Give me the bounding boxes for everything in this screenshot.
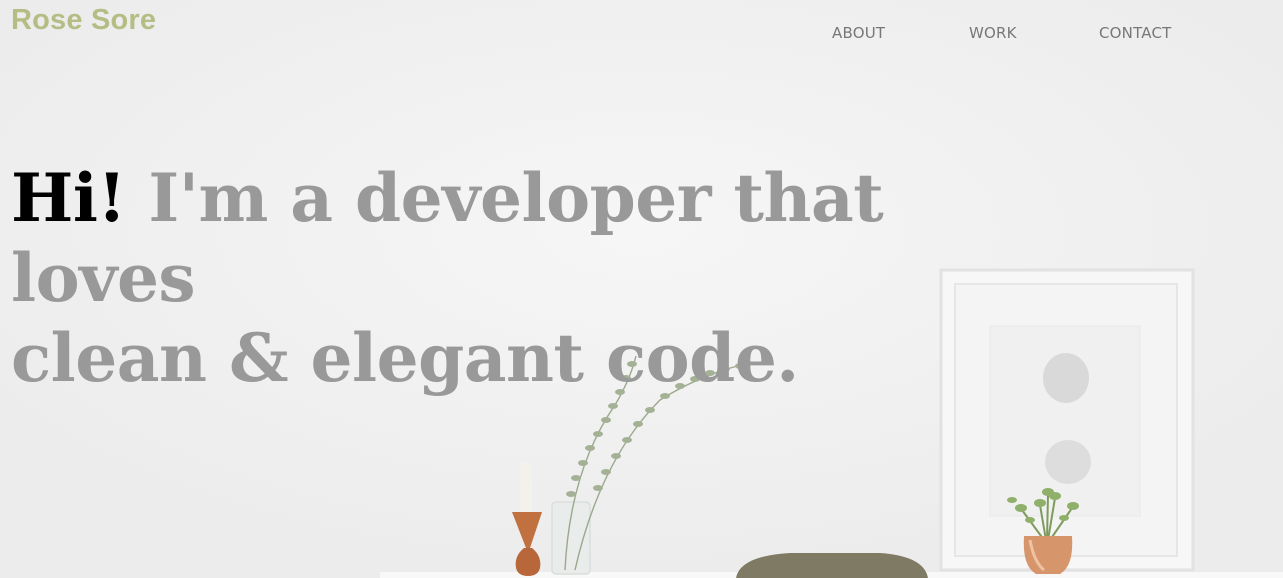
hero-tagline-line1: I'm a developer that loves	[11, 159, 884, 317]
nav-link-contact[interactable]: CONTACT	[1099, 24, 1172, 42]
nav-link-work[interactable]: WORK	[969, 24, 1017, 42]
nav-link-about[interactable]: ABOUT	[832, 24, 885, 42]
hero-headline: Hi! I'm a developer that loves clean & el…	[11, 158, 1071, 398]
chair	[736, 553, 928, 578]
main-nav: ABOUT WORK CONTACT	[0, 24, 1283, 46]
hero-greeting: Hi!	[11, 159, 126, 237]
hero-tagline-line2: clean & elegant code.	[11, 319, 799, 397]
